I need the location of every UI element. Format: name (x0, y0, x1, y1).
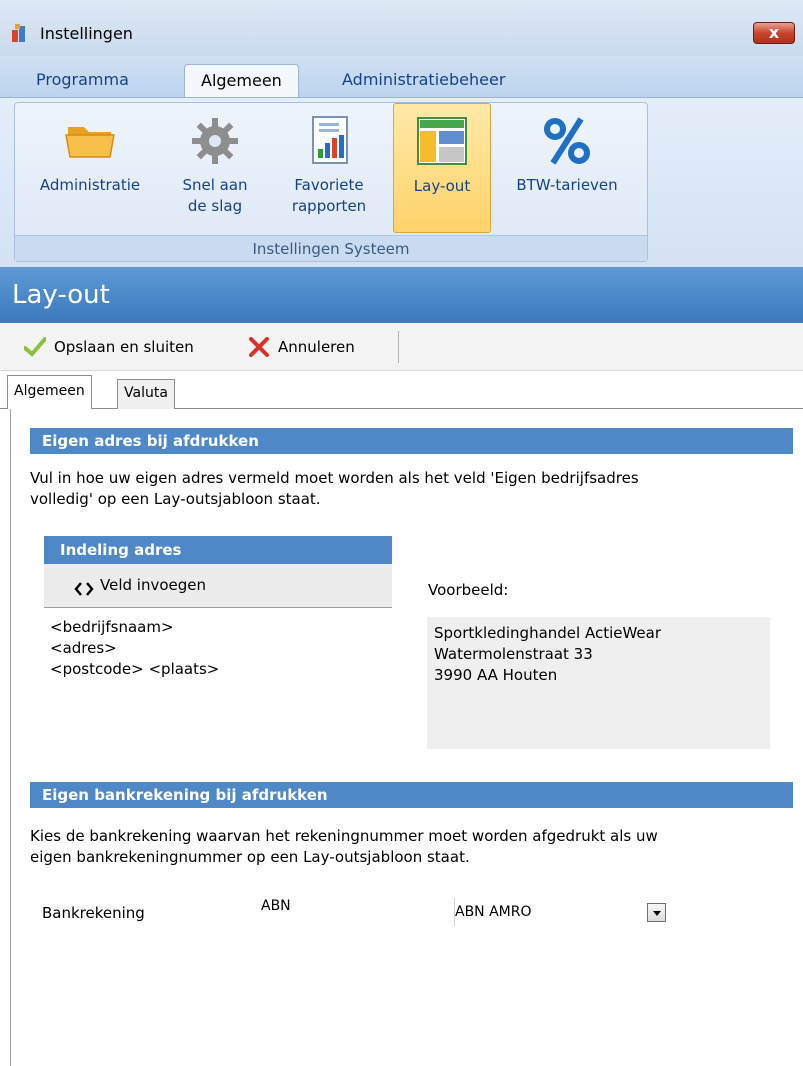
btw-tarieven-button[interactable]: BTW-tarieven (499, 103, 635, 233)
code-brackets-icon (74, 582, 94, 596)
tab-valuta[interactable]: Valuta (117, 379, 175, 409)
preview-line: Sportkledinghandel ActieWear (434, 624, 662, 642)
ribbon-tab-bar: Programma Algemeen Administratiebeheer (0, 56, 803, 98)
ribbon-tab-programma[interactable]: Programma (20, 64, 145, 98)
cancel-button[interactable]: Annuleren (248, 333, 355, 361)
ribbon-tab-administratiebeheer[interactable]: Administratiebeheer (326, 64, 521, 98)
bank-description-line2: eigen bankrekeningnummer op een Lay-outs… (30, 848, 470, 866)
window-title: Instellingen (40, 24, 133, 43)
address-preview: Sportkledinghandel ActieWear Watermolens… (427, 617, 770, 749)
close-icon: x (768, 23, 780, 42)
folder-icon (65, 127, 115, 158)
address-template-line[interactable]: <bedrijfsnaam> (50, 618, 174, 636)
preview-line: Watermolenstraat 33 (434, 645, 593, 663)
address-description-line1: Vul in hoe uw eigen adres vermeld moet w… (30, 469, 639, 487)
address-template-line[interactable]: <adres> (50, 639, 117, 657)
ribbon-panel: Administratie Snel aan de slag Favoriete… (0, 97, 803, 267)
address-template-line[interactable]: <postcode> <plaats> (50, 660, 219, 678)
snel-aan-de-slag-button[interactable]: Snel aan de slag (175, 103, 255, 233)
report-icon (312, 116, 348, 164)
tab-algemeen[interactable]: Algemeen (7, 375, 92, 409)
bank-account-select[interactable]: ABN AMRO (454, 898, 670, 926)
save-and-close-button[interactable]: Opslaan en sluiten (24, 333, 194, 361)
bank-description-line1: Kies de bankrekening waarvan het rekenin… (30, 827, 658, 845)
toolbar-separator (398, 331, 399, 363)
toolbar: Opslaan en sluiten Annuleren (0, 323, 803, 371)
percent-icon (544, 117, 590, 165)
address-layout-header: Indeling adres (44, 536, 392, 564)
lay-out-button[interactable]: Lay-out (393, 103, 491, 233)
address-section-header: Eigen adres bij afdrukken (30, 428, 793, 454)
bank-account-label: Bankrekening (42, 904, 145, 922)
content-tabs: Algemeen Valuta (0, 371, 803, 409)
insert-field-toolbar: Veld invoegen (44, 564, 392, 608)
bank-account-code-field[interactable]: ABN (254, 898, 450, 926)
ribbon-tab-algemeen[interactable]: Algemeen (184, 64, 299, 98)
app-icon (12, 24, 25, 42)
favoriete-rapporten-button[interactable]: Favoriete rapporten (279, 103, 379, 233)
ribbon-group-label: Instellingen Systeem (15, 235, 647, 261)
page-title: Lay-out (0, 267, 803, 323)
chevron-down-icon[interactable] (647, 903, 666, 922)
gear-icon (192, 118, 238, 164)
checkmark-icon (24, 337, 46, 357)
panel-border (10, 409, 11, 1066)
ribbon-group-instellingen-systeem: Administratie Snel aan de slag Favoriete… (14, 102, 648, 262)
insert-field-button[interactable]: Veld invoegen (100, 576, 206, 594)
bank-section-header: Eigen bankrekening bij afdrukken (30, 782, 793, 808)
preview-line: 3990 AA Houten (434, 666, 558, 684)
bank-account-name: ABN AMRO (455, 904, 532, 920)
preview-label: Voorbeeld: (428, 581, 509, 599)
layout-icon (417, 117, 467, 165)
window-title-bar: Instellingen x (0, 0, 803, 56)
address-description-line2: volledig' op een Lay-outsjabloon staat. (30, 490, 321, 508)
administratie-button[interactable]: Administratie (31, 103, 149, 233)
close-button[interactable]: x (753, 22, 795, 44)
close-icon (249, 337, 269, 357)
